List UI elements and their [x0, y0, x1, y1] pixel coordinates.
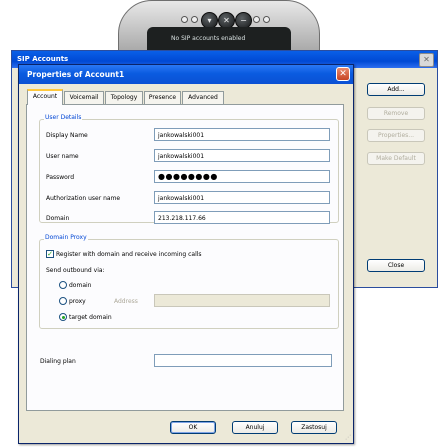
domain-label: Domain: [46, 215, 70, 222]
indicator-dot: [253, 16, 260, 23]
proxy-address-field[interactable]: [154, 294, 330, 307]
tab-presence[interactable]: Presence: [144, 91, 181, 104]
address-label: Address: [114, 298, 138, 305]
tab-voicemail[interactable]: Voicemail: [64, 91, 104, 104]
user-name-label: User name: [46, 153, 79, 160]
make-default-button[interactable]: Make Default: [367, 152, 425, 165]
dialog-close-icon[interactable]: ✕: [336, 67, 350, 81]
user-name-field[interactable]: jankowalski001: [154, 149, 330, 162]
authorization-user-name-label: Authorization user name: [46, 195, 121, 202]
sip-accounts-close-icon[interactable]: ✕: [419, 53, 434, 67]
radio-proxy-label: proxy: [69, 298, 86, 305]
close-button[interactable]: Close: [367, 259, 425, 272]
send-outbound-label: Send outbound via:: [46, 267, 105, 274]
dialing-plan-label: Dialing plan: [40, 358, 76, 365]
domain-field[interactable]: 213.218.117.66: [154, 211, 330, 224]
authorization-user-name-field[interactable]: jankowalski001: [154, 191, 330, 204]
tab-topology[interactable]: Topology: [105, 91, 143, 104]
register-checkbox[interactable]: ✓: [46, 250, 54, 258]
dialog-title: Properties of Account1: [19, 65, 353, 84]
apply-button[interactable]: Zastosuj: [291, 421, 337, 434]
ok-button[interactable]: OK: [170, 421, 216, 434]
cancel-button[interactable]: Anuluj: [232, 421, 278, 434]
radio-domain-label: domain: [69, 282, 92, 289]
password-label: Password: [46, 174, 75, 181]
tab-account[interactable]: Account: [27, 89, 63, 105]
tab-advanced[interactable]: Advanced: [182, 91, 224, 104]
register-label: Register with domain and receive incomin…: [56, 251, 202, 258]
account-properties-dialog: Properties of Account1 ✕ Account Voicema…: [18, 64, 354, 444]
dialing-plan-field[interactable]: [154, 354, 332, 367]
display-name-field[interactable]: jankowalski001: [154, 128, 330, 141]
radio-proxy[interactable]: [59, 297, 67, 305]
account-tab-panel: User Details Display Name jankowalski001…: [26, 104, 344, 411]
radio-target-domain[interactable]: [59, 313, 67, 321]
radio-domain[interactable]: [59, 281, 67, 289]
indicator-dot: [181, 16, 188, 23]
user-details-label: User Details: [44, 114, 83, 121]
resize-grip-icon[interactable]: ⋰: [345, 434, 351, 441]
properties-button[interactable]: Properties...: [367, 129, 425, 142]
remove-button[interactable]: Remove: [367, 107, 425, 120]
display-name-label: Display Name: [46, 132, 88, 139]
password-field[interactable]: ●●●●●●●●: [154, 170, 330, 183]
indicator-dot: [263, 16, 270, 23]
indicator-dot: [191, 16, 198, 23]
add-button[interactable]: Add...: [367, 83, 425, 96]
domain-proxy-label: Domain Proxy: [44, 234, 88, 241]
radio-target-domain-label: target domain: [69, 314, 112, 321]
